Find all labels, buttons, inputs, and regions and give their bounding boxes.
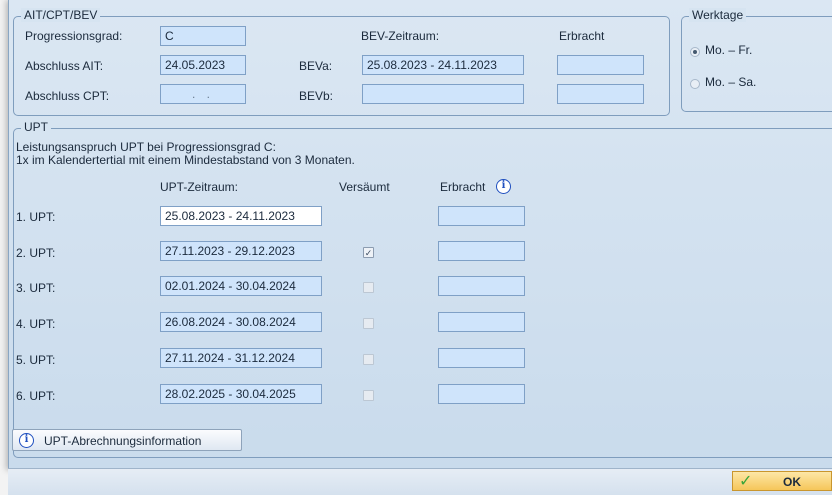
upt-row-label: 1. UPT: (16, 210, 56, 224)
col-upt-zeitraum: UPT-Zeitraum: (160, 180, 239, 194)
versaeumt-checkbox[interactable] (363, 318, 374, 329)
radio-mo-fr-label[interactable]: Mo. – Fr. (705, 43, 752, 57)
upt-zeitraum-field[interactable]: 02.01.2024 - 30.04.2024 (160, 276, 322, 296)
upt-erbracht-field[interactable] (438, 384, 525, 404)
upt-info-line2: 1x im Kalendertertial mit einem Mindesta… (16, 153, 355, 167)
radio-mo-sa-label[interactable]: Mo. – Sa. (705, 75, 756, 89)
upt-zeitraum-field[interactable]: 26.08.2024 - 30.08.2024 (160, 312, 322, 332)
upt-row-label: 2. UPT: (16, 246, 56, 260)
bevb-field[interactable] (362, 84, 524, 104)
versaeumt-checkbox[interactable] (363, 390, 374, 401)
col-versaeumt: Versäumt (339, 180, 390, 194)
beva-field[interactable]: 25.08.2023 - 24.11.2023 (362, 55, 524, 75)
upt-erbracht-field[interactable] (438, 206, 525, 226)
abschluss-cpt-field[interactable]: . . (160, 84, 246, 104)
upt-info-line1: Leistungsanspruch UPT bei Progressionsgr… (16, 140, 276, 154)
col-erbracht: Erbracht (440, 180, 486, 194)
upt-erbracht-field[interactable] (438, 276, 525, 296)
dialog-window: AIT/CPT/BEV Progressionsgrad: C BEV-Zeit… (8, 0, 832, 470)
werktage-group: Werktage Mo. – Fr. Mo. – Sa. (681, 8, 832, 112)
progressionsgrad-label: Progressionsgrad: (25, 29, 123, 43)
beva-erbracht-field[interactable] (557, 55, 644, 75)
upt-legend: UPT (21, 120, 51, 134)
radio-mo-fr[interactable] (690, 47, 700, 57)
ok-button-label: OK (783, 475, 801, 489)
info-icon[interactable]: i (496, 179, 511, 194)
erbracht-header: Erbracht (559, 29, 605, 43)
werktage-legend: Werktage (689, 8, 747, 22)
ait-cpt-bev-legend: AIT/CPT/BEV (21, 8, 101, 22)
versaeumt-checkbox[interactable] (363, 282, 374, 293)
upt-erbracht-field[interactable] (438, 312, 525, 332)
upt-row-label: 5. UPT: (16, 353, 56, 367)
upt-erbracht-field[interactable] (438, 348, 525, 368)
bevb-label: BEVb: (299, 89, 334, 103)
abschluss-ait-label: Abschluss AIT: (25, 59, 104, 73)
upt-abrechnung-button-label: UPT-Abrechnungsinformation (44, 434, 202, 448)
upt-zeitraum-field[interactable]: 25.08.2023 - 24.11.2023 (160, 206, 322, 226)
versaeumt-checkbox[interactable]: ✓ (363, 247, 374, 258)
upt-group: UPT Leistungsanspruch UPT bei Progressio… (12, 120, 832, 458)
versaeumt-checkbox[interactable] (363, 354, 374, 365)
radio-mo-sa[interactable] (690, 79, 700, 89)
ok-button[interactable]: ✓ OK (732, 471, 832, 491)
upt-row-label: 4. UPT: (16, 317, 56, 331)
upt-zeitraum-field[interactable]: 27.11.2024 - 31.12.2024 (160, 348, 322, 368)
progressionsgrad-field[interactable]: C (160, 26, 246, 46)
beva-label: BEVa: (299, 59, 333, 73)
ait-cpt-bev-group: AIT/CPT/BEV Progressionsgrad: C BEV-Zeit… (13, 8, 670, 116)
upt-row-label: 6. UPT: (16, 389, 56, 403)
upt-abrechnung-button[interactable]: i UPT-Abrechnungsinformation (12, 429, 242, 451)
bevb-erbracht-field[interactable] (557, 84, 644, 104)
upt-zeitraum-field[interactable]: 27.11.2023 - 29.12.2023 (160, 241, 322, 261)
upt-erbracht-field[interactable] (438, 241, 525, 261)
abschluss-ait-field[interactable]: 24.05.2023 (160, 55, 246, 75)
bev-zeitraum-header: BEV-Zeitraum: (361, 29, 440, 43)
abschluss-cpt-label: Abschluss CPT: (25, 89, 110, 103)
dialog-footer (8, 468, 832, 495)
checkmark-icon: ✓ (739, 471, 753, 490)
upt-zeitraum-field[interactable]: 28.02.2025 - 30.04.2025 (160, 384, 322, 404)
info-icon: i (19, 433, 34, 448)
upt-row-label: 3. UPT: (16, 281, 56, 295)
